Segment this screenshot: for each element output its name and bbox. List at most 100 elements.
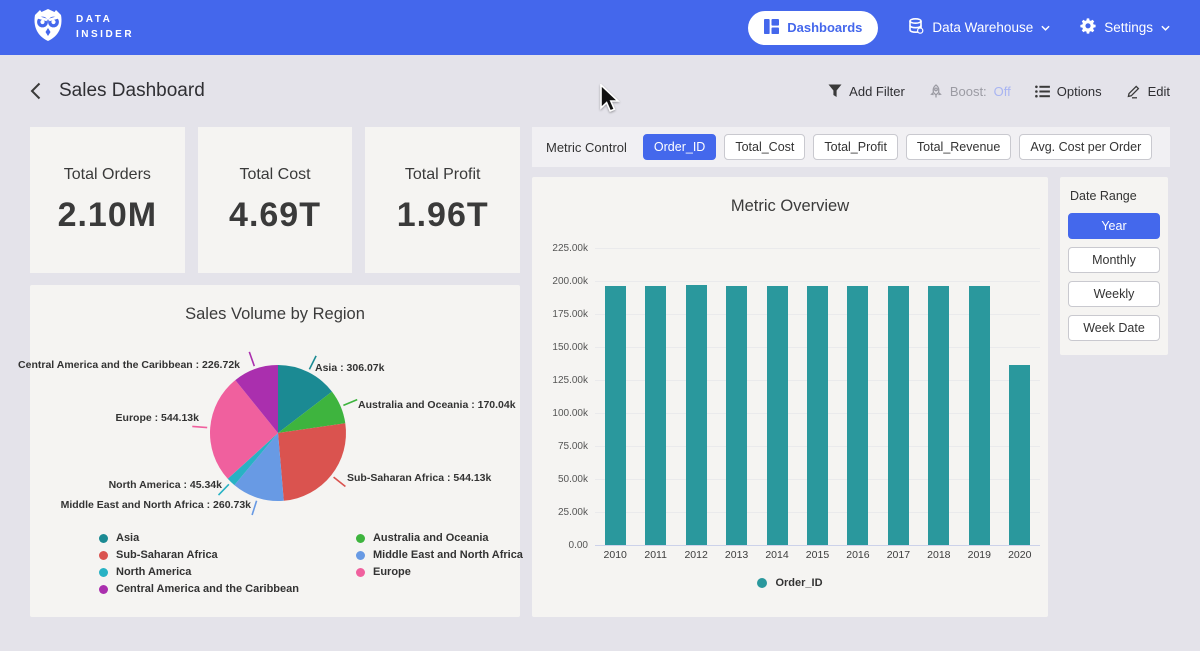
x-axis-label-2015: 2015 <box>797 549 837 561</box>
bar-2019[interactable] <box>969 286 990 545</box>
y-axis-tick: 150.00k <box>532 342 588 353</box>
y-axis-tick: 0.00 <box>532 540 588 551</box>
kpi-value: 2.10M <box>58 196 158 235</box>
x-axis-label-2012: 2012 <box>676 549 716 561</box>
pie-slice-label-north-america: North America : 45.34k <box>109 479 222 491</box>
kpi-label: Total Profit <box>405 166 481 184</box>
nav-settings[interactable]: Settings <box>1080 18 1170 37</box>
y-axis-tick: 75.00k <box>532 441 588 452</box>
bar-chart-x-axis: 2010201120122013201420152016201720182019… <box>595 549 1040 561</box>
options-button[interactable]: Options <box>1035 84 1102 99</box>
legend-item-north-america[interactable]: North America <box>99 566 299 578</box>
pie-leader-line <box>192 426 207 427</box>
funnel-icon <box>828 84 842 98</box>
legend-dot <box>99 534 108 543</box>
pencil-icon <box>1126 84 1141 99</box>
legend-item-europe[interactable]: Europe <box>356 566 523 578</box>
x-axis-label-2016: 2016 <box>838 549 878 561</box>
legend-label: Asia <box>116 532 139 544</box>
bar-2017[interactable] <box>888 286 909 545</box>
database-icon <box>908 18 924 37</box>
back-button[interactable] <box>30 82 41 100</box>
legend-label: North America <box>116 566 191 578</box>
legend-item-australia-and-oceania[interactable]: Australia and Oceania <box>356 532 523 544</box>
bar-2018[interactable] <box>928 286 949 545</box>
legend-item-sub-saharan-africa[interactable]: Sub-Saharan Africa <box>99 549 299 561</box>
y-axis-tick: 25.00k <box>532 507 588 518</box>
gear-icon <box>1080 18 1096 37</box>
y-axis-tick: 175.00k <box>532 309 588 320</box>
nav-dashboards-button[interactable]: Dashboards <box>748 11 878 45</box>
date-range-button-monthly[interactable]: Monthly <box>1068 247 1160 273</box>
metric-button-total-profit[interactable]: Total_Profit <box>813 134 898 160</box>
legend-dot <box>356 551 365 560</box>
bar-2013[interactable] <box>726 286 747 545</box>
legend-item-asia[interactable]: Asia <box>99 532 299 544</box>
legend-item-order-id[interactable]: Order_ID <box>757 577 822 589</box>
edit-label: Edit <box>1148 84 1170 99</box>
legend-label: Sub-Saharan Africa <box>116 549 218 561</box>
date-range-button-weekly[interactable]: Weekly <box>1068 281 1160 307</box>
kpi-label: Total Orders <box>64 166 151 184</box>
bar-2015[interactable] <box>807 286 828 545</box>
bar-2012[interactable] <box>686 285 707 545</box>
legend-dot <box>99 551 108 560</box>
bar-2010[interactable] <box>605 286 626 545</box>
legend-label: Central America and the Caribbean <box>116 583 299 595</box>
kpi-value: 4.69T <box>229 196 321 235</box>
x-axis-label-2019: 2019 <box>959 549 999 561</box>
bar-chart-title: Metric Overview <box>532 197 1048 216</box>
brand-line1: DATA <box>76 13 134 28</box>
legend-label: Europe <box>373 566 411 578</box>
y-axis-tick: 125.00k <box>532 375 588 386</box>
brand-logo[interactable]: DATA INSIDER <box>30 7 134 48</box>
metric-button-avg-cost-per-order[interactable]: Avg. Cost per Order <box>1019 134 1152 160</box>
legend-label: Order_ID <box>775 577 822 589</box>
page-header: Sales Dashboard Add Filter Boost: Off Op… <box>0 55 1200 127</box>
bar-2016[interactable] <box>847 286 868 546</box>
y-axis-tick: 225.00k <box>532 243 588 254</box>
x-axis-label-2018: 2018 <box>919 549 959 561</box>
pie-leader-line <box>249 352 254 366</box>
metric-button-order-id[interactable]: Order_ID <box>643 134 716 160</box>
date-range-button-year[interactable]: Year <box>1068 213 1160 239</box>
x-axis-label-2010: 2010 <box>595 549 635 561</box>
legend-item-central-america-and-the-caribbean[interactable]: Central America and the Caribbean <box>99 583 299 595</box>
pie-leader-line <box>334 477 346 486</box>
metric-control: Metric Control Order_IDTotal_CostTotal_P… <box>532 127 1170 167</box>
pie-leader-line <box>343 400 357 406</box>
metric-button-total-cost[interactable]: Total_Cost <box>724 134 805 160</box>
metric-button-total-revenue[interactable]: Total_Revenue <box>906 134 1011 160</box>
kpi-card-total-profit: Total Profit1.96T <box>365 127 520 273</box>
bar-2020[interactable] <box>1009 365 1030 545</box>
legend-dot <box>99 568 108 577</box>
bar-2011[interactable] <box>645 286 666 545</box>
chevron-down-icon <box>1041 25 1050 31</box>
nav-data-warehouse-label: Data Warehouse <box>932 20 1033 35</box>
legend-dot <box>99 585 108 594</box>
y-axis-tick: 200.00k <box>532 276 588 287</box>
kpi-row: Total Orders2.10MTotal Cost4.69TTotal Pr… <box>30 127 520 273</box>
pie-slice-label-australia-and-oceania: Australia and Oceania : 170.04k <box>358 399 516 411</box>
pie-legend: Asia Sub-Saharan Africa North America Centr… <box>99 532 523 595</box>
bar-2014[interactable] <box>767 286 788 545</box>
legend-item-middle-east-and-north-africa[interactable]: Middle East and North Africa <box>356 549 523 561</box>
edit-button[interactable]: Edit <box>1126 84 1170 99</box>
nav-data-warehouse[interactable]: Data Warehouse <box>908 18 1050 37</box>
pie-slice-label-sub-saharan-africa: Sub-Saharan Africa : 544.13k <box>347 472 491 484</box>
pie-slice-sub-saharan-africa[interactable] <box>278 423 346 501</box>
boost-toggle[interactable]: Boost: Off <box>929 84 1011 99</box>
x-axis-label-2011: 2011 <box>636 549 676 561</box>
pie-slice-label-europe: Europe : 544.13k <box>116 412 199 424</box>
x-axis-label-2014: 2014 <box>757 549 797 561</box>
pie-chart-panel: Sales Volume by Region Asia : 306.07kAus… <box>30 285 520 617</box>
options-label: Options <box>1057 84 1102 99</box>
x-axis-label-2013: 2013 <box>717 549 757 561</box>
gridline <box>595 545 1040 546</box>
x-axis-label-2020: 2020 <box>1000 549 1040 561</box>
dashboard-icon <box>764 19 779 37</box>
date-range-button-week-date[interactable]: Week Date <box>1068 315 1160 341</box>
pie-leader-line <box>252 501 257 515</box>
add-filter-button[interactable]: Add Filter <box>828 84 905 99</box>
y-axis-tick: 50.00k <box>532 474 588 485</box>
